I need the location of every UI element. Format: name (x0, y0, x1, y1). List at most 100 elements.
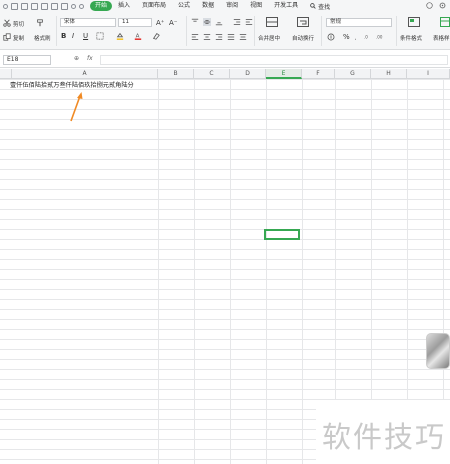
redo-icon[interactable] (79, 3, 84, 9)
column-header-e[interactable]: E (266, 69, 302, 79)
column-header-c[interactable]: C (194, 69, 230, 79)
name-box[interactable]: E18 (3, 55, 51, 65)
ribbon-separator (321, 16, 322, 46)
column-gridline (266, 79, 267, 464)
font-size-select[interactable]: 11 (118, 18, 152, 27)
align-right-icon[interactable] (215, 33, 223, 41)
cut-button[interactable]: 剪切 (13, 20, 24, 28)
ribbon-separator (186, 16, 187, 46)
watermark-text: 软件技巧 (322, 420, 447, 454)
preview-icon[interactable] (51, 2, 58, 10)
file-icon[interactable] (11, 2, 18, 10)
font-color-icon[interactable]: A (134, 32, 142, 40)
svg-text:.00: .00 (376, 35, 383, 40)
scissors-icon[interactable] (3, 19, 11, 27)
wrap-text-button[interactable]: 自动换行 (292, 34, 314, 42)
column-header-g[interactable]: G (335, 69, 371, 79)
font-shrink-button[interactable]: A⁻ (169, 19, 177, 27)
cell-a1-value[interactable]: 壹仟伍佰陆拾贰万叁仟陆佰玖拾捌元贰角陆分 (10, 80, 134, 89)
formula-bar: E18 ⊕ fx (0, 52, 450, 68)
align-middle-icon[interactable] (203, 18, 211, 26)
table-style-icon[interactable] (440, 17, 450, 27)
column-header-f[interactable]: F (302, 69, 335, 79)
align-left-icon[interactable] (191, 33, 199, 41)
merge-center-button[interactable]: 合并居中 (258, 34, 280, 42)
thousands-separator-icon[interactable]: , (354, 33, 362, 41)
tab-home[interactable]: 开始 (90, 1, 113, 11)
column-gridline (194, 79, 195, 464)
number-format-select[interactable]: 常规 (326, 18, 392, 27)
fill-color-icon[interactable] (116, 32, 124, 40)
formula-tools: ⊕ fx (74, 55, 93, 62)
tab-data[interactable]: 数据 (196, 1, 220, 11)
format-painter-icon[interactable] (36, 19, 44, 27)
clear-format-icon[interactable] (152, 32, 160, 40)
ribbon-separator (396, 16, 397, 46)
currency-icon[interactable] (327, 33, 335, 41)
column-gridline (302, 79, 303, 464)
tab-insert[interactable]: 插入 (112, 1, 136, 11)
column-header-h[interactable]: H (371, 69, 407, 79)
table-style-button[interactable]: 表格样 (433, 34, 450, 42)
bold-button[interactable]: B (61, 32, 66, 40)
format-icon[interactable] (61, 2, 68, 10)
ribbon-toolbar: 剪切 复制 格式刷 宋体 11 A⁺ A⁻ B I U A 合并居中 自动换行 … (0, 12, 450, 50)
align-bottom-icon[interactable] (215, 18, 223, 26)
decrease-decimal-icon[interactable]: .00 (376, 33, 384, 41)
dropdown-chevron-icon[interactable] (3, 3, 8, 9)
tab-view[interactable]: 视图 (244, 1, 268, 11)
column-header-b[interactable]: B (158, 69, 194, 79)
font-grow-button[interactable]: A⁺ (156, 19, 164, 27)
indent-increase-icon[interactable] (245, 18, 253, 26)
undo-icon[interactable] (71, 3, 76, 9)
menu-bar: 开始 插入 页面布局 公式 数据 审阅 视图 开发工具 查找 (0, 0, 450, 12)
justify-icon[interactable] (227, 33, 235, 41)
search-icon (310, 3, 316, 9)
settings-gear-icon[interactable] (439, 2, 446, 9)
distribute-icon[interactable] (239, 33, 247, 41)
column-gridline (230, 79, 231, 464)
search-button[interactable]: 查找 (310, 2, 330, 11)
align-center-icon[interactable] (203, 33, 211, 41)
font-name-select[interactable]: 宋体 (60, 18, 116, 27)
column-header-i[interactable]: I (407, 69, 450, 79)
copy-button[interactable]: 复制 (13, 34, 24, 42)
percent-button[interactable]: % (343, 33, 350, 41)
avatar[interactable] (426, 333, 450, 369)
annotation-arrow-icon (70, 92, 83, 122)
increase-decimal-icon[interactable]: .0 (364, 33, 372, 41)
tab-review[interactable]: 审阅 (220, 1, 244, 11)
merge-center-icon[interactable] (266, 17, 278, 27)
conditional-format-icon[interactable] (408, 17, 420, 27)
align-top-icon[interactable] (191, 18, 199, 26)
tab-page-layout[interactable]: 页面布局 (136, 1, 172, 11)
column-gridline (158, 79, 159, 464)
indent-decrease-icon[interactable] (233, 18, 241, 26)
wrap-text-icon[interactable] (297, 17, 309, 27)
zoom-icon[interactable]: ⊕ (74, 55, 79, 62)
active-cell-e18[interactable] (264, 229, 300, 240)
save-icon[interactable] (31, 2, 38, 10)
print-icon[interactable] (41, 2, 48, 10)
column-header-d[interactable]: D (230, 69, 266, 79)
fx-icon[interactable]: fx (87, 55, 93, 62)
conditional-format-button[interactable]: 条件格式 (400, 34, 422, 42)
column-headers: A B C D E F G H I (0, 69, 450, 79)
italic-button[interactable]: I (72, 32, 74, 40)
ribbon-separator (56, 16, 57, 46)
skin-icon[interactable] (426, 2, 433, 9)
svg-text:.0: .0 (364, 35, 368, 40)
window-controls (426, 2, 446, 9)
copy-icon[interactable] (3, 33, 11, 41)
column-header-a[interactable]: A (12, 69, 158, 79)
formula-input[interactable] (100, 55, 448, 65)
border-icon[interactable] (96, 32, 104, 40)
open-folder-icon[interactable] (21, 2, 28, 10)
corner-select-all[interactable] (0, 69, 12, 79)
format-painter-button[interactable]: 格式刷 (34, 34, 51, 42)
tab-formulas[interactable]: 公式 (172, 1, 196, 11)
ribbon-separator (254, 16, 255, 46)
search-label: 查找 (318, 3, 331, 11)
underline-button[interactable]: U (83, 32, 88, 40)
tab-developer[interactable]: 开发工具 (268, 1, 304, 11)
